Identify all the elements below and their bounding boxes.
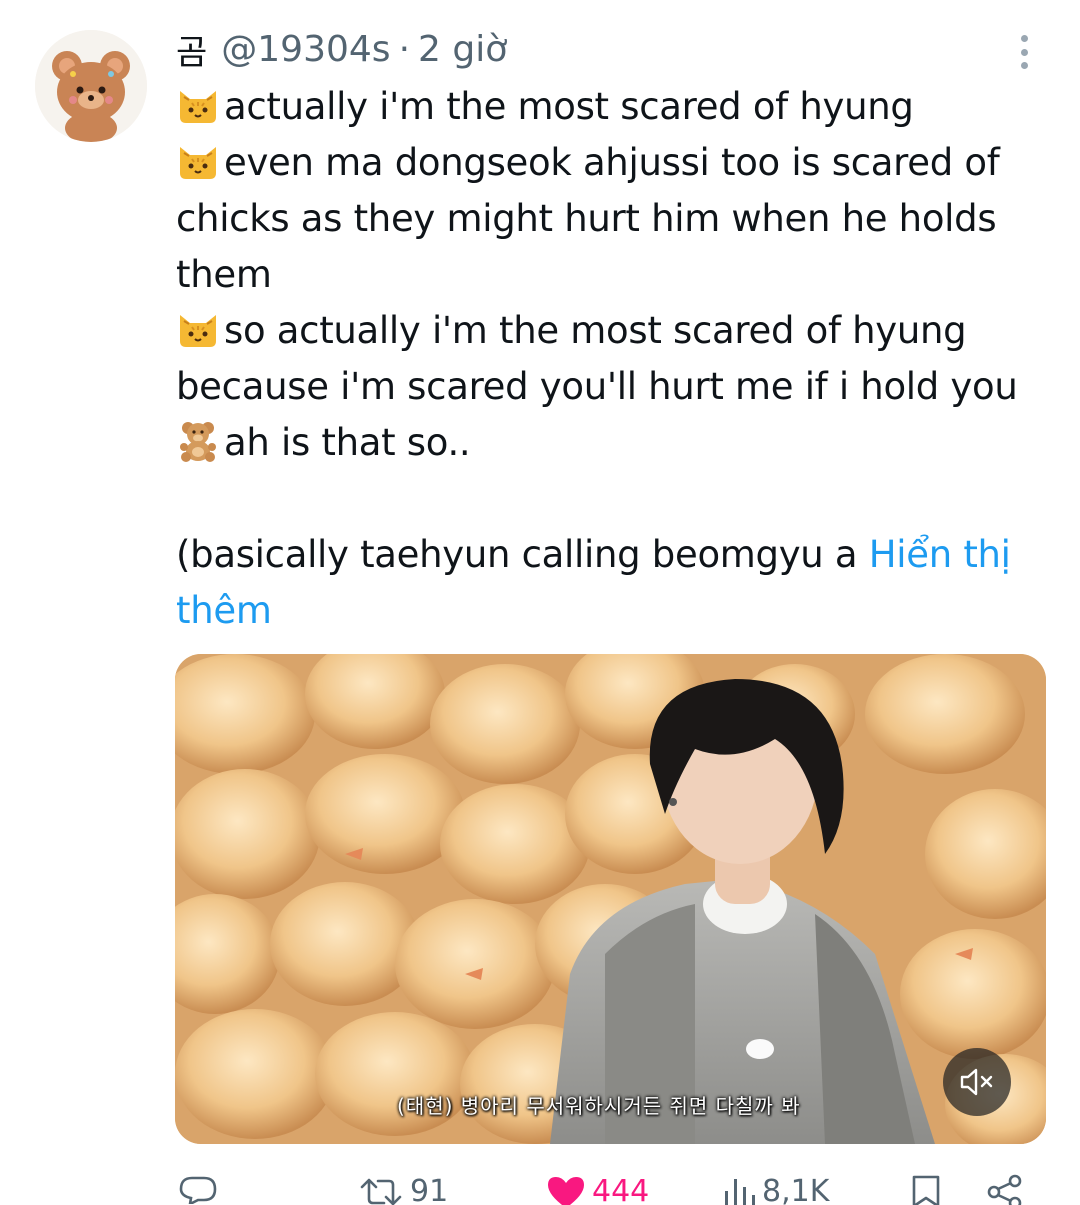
tweet-line-text: actually i'm the most scared of hyung [224,85,914,128]
tweet-line-text: them [176,253,272,296]
reply-icon [179,1176,217,1204]
speaker-muted-icon [960,1068,993,1096]
tweet-line: them [176,247,1056,303]
show-more-link[interactable]: Hiển thị [869,533,1011,576]
share-button[interactable] [986,1174,1024,1205]
views-bar-icon [725,1178,755,1205]
author-handle[interactable]: @19304s [221,29,390,70]
mute-button[interactable] [943,1048,1011,1116]
tweet-line: actually i'm the most scared of hyung [176,79,1056,135]
bookmark-icon [912,1175,940,1205]
tweet-action-bar: 91 444 8,1K [0,1166,1080,1205]
tweet-line: chicks as they might hurt him when he ho… [176,191,1056,247]
tweet-time[interactable]: 2 giờ [418,29,507,70]
heart-filled-icon [548,1176,584,1205]
bookmark-button[interactable] [910,1174,942,1205]
tweet-line-text: even ma dongseok ahjussi too is scared o… [224,141,1000,184]
show-more-link-continued[interactable]: thêm [176,589,272,632]
cat-face-emoji [176,139,220,183]
cat-face-emoji [176,307,220,351]
avatar[interactable] [35,30,147,142]
teddy-bear-emoji [176,419,220,463]
author-name[interactable]: 곰 [176,25,207,74]
video-player[interactable]: (태현) 병아리 무서워하시거든 쥐면 다칠까 봐 [175,654,1046,1144]
header-separator: · [398,28,411,70]
tweet-line: so actually i'm the most scared of hyung [176,303,1056,359]
video-frame [175,654,1046,1144]
tweet-header: 곰 @19304s · 2 giờ [176,25,507,74]
cat-face-emoji [176,83,220,127]
more-options-icon[interactable] [1004,30,1044,74]
tweet-line: ah is that so.. [176,415,1056,471]
tweet-line-text: so actually i'm the most scared of hyung [224,309,967,352]
tweet-line: even ma dongseok ahjussi too is scared o… [176,135,1056,191]
tweet-text: actually i'm the most scared of hyung ev… [176,79,1056,639]
bear-avatar-image [35,30,147,142]
tweet-line-text: because i'm scared you'll hurt me if i h… [176,365,1018,408]
tweet-line: because i'm scared you'll hurt me if i h… [176,359,1056,415]
reply-button[interactable] [178,1174,224,1204]
tweet-line-text: ah is that so.. [224,421,471,464]
video-subtitle: (태현) 병아리 무서워하시거든 쥐면 다칠까 봐 [397,1094,801,1118]
truncated-text: (basically taehyun calling beomgyu a [176,533,869,576]
share-icon [987,1174,1022,1205]
tweet-line: (basically taehyun calling beomgyu a Hiể… [176,527,1056,583]
tweet-line-text: chicks as they might hurt him when he ho… [176,197,997,240]
views-button[interactable]: 8,1K [722,1174,829,1205]
tweet-line: thêm [176,583,1056,639]
repost-icon [360,1178,402,1205]
like-button[interactable]: 444 [546,1174,649,1205]
repost-button[interactable]: 91 [358,1174,448,1205]
